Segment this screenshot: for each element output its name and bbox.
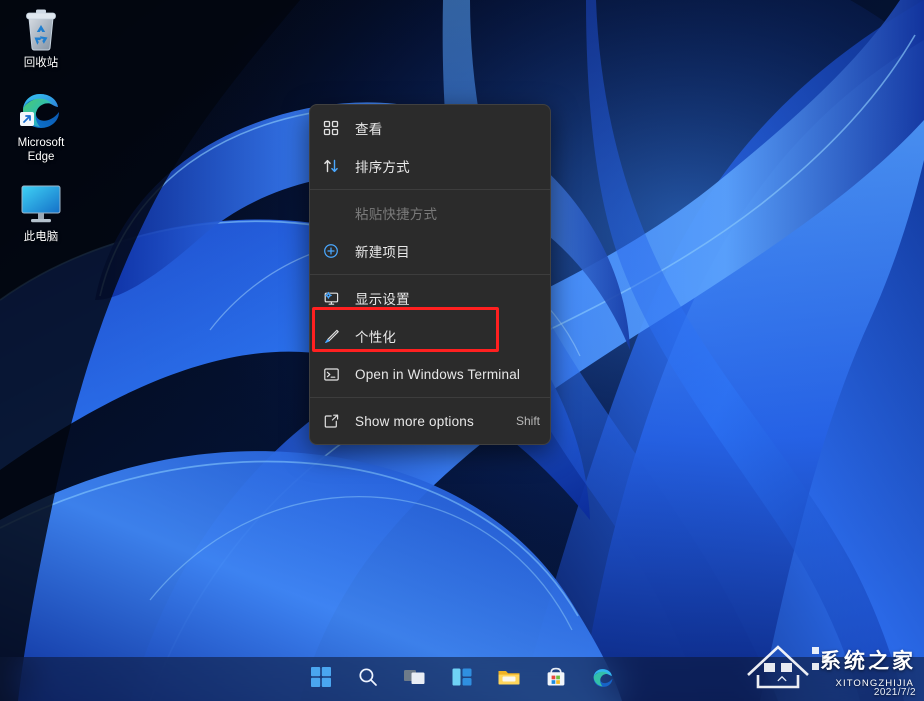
taskbar-start-button[interactable] bbox=[304, 662, 338, 696]
new-item-plus-icon bbox=[321, 241, 341, 261]
context-menu-item-show-more-options[interactable]: Show more options Shift bbox=[310, 402, 550, 440]
context-menu-item-sort-by[interactable]: 排序方式 bbox=[310, 147, 550, 185]
edge-browser-icon bbox=[4, 86, 78, 132]
taskbar-task-view-button[interactable] bbox=[398, 662, 432, 696]
desktop-icon-this-pc[interactable]: 此电脑 bbox=[4, 180, 78, 244]
terminal-icon bbox=[321, 364, 341, 384]
taskbar-widgets-button[interactable] bbox=[445, 662, 479, 696]
context-menu-item-new[interactable]: 新建项目 bbox=[310, 232, 550, 270]
sort-arrows-icon bbox=[321, 156, 341, 176]
desktop-icon-recycle-bin[interactable]: 回收站 bbox=[4, 6, 78, 70]
context-menu-separator bbox=[310, 274, 550, 275]
desktop-icon-microsoft-edge[interactable]: Microsoft Edge bbox=[4, 86, 78, 164]
desktop-icon-label: 此电脑 bbox=[23, 231, 59, 243]
display-settings-monitor-icon bbox=[321, 288, 341, 308]
context-menu-item-paste-shortcut: 粘贴快捷方式 bbox=[310, 194, 550, 232]
folder-icon bbox=[497, 666, 521, 693]
widgets-icon bbox=[451, 666, 473, 693]
taskbar-clock-date[interactable]: 2021/7/2 bbox=[874, 687, 916, 698]
context-menu-item-label: 个性化 bbox=[355, 330, 397, 345]
taskbar-microsoft-store-button[interactable] bbox=[539, 662, 573, 696]
paste-shortcut-icon-placeholder bbox=[321, 203, 341, 223]
search-icon bbox=[357, 666, 379, 693]
context-menu-item-label: Open in Windows Terminal bbox=[355, 366, 521, 382]
edge-browser-icon bbox=[591, 665, 615, 694]
taskbar-search-button[interactable] bbox=[351, 662, 385, 696]
context-menu-item-label: 排序方式 bbox=[355, 160, 410, 175]
context-menu-separator bbox=[310, 189, 550, 190]
context-menu-item-label: 粘贴快捷方式 bbox=[355, 207, 438, 222]
context-menu-item-label: Show more options bbox=[355, 413, 474, 429]
desktop-icon-label: 回收站 bbox=[23, 57, 59, 69]
context-menu-item-open-in-windows-terminal[interactable]: Open in Windows Terminal bbox=[310, 355, 550, 393]
windows-logo-icon bbox=[310, 666, 332, 693]
taskbar-edge-button[interactable] bbox=[586, 662, 620, 696]
this-pc-monitor-icon bbox=[4, 180, 78, 226]
taskbar-center-group bbox=[304, 662, 620, 696]
show-more-options-icon bbox=[321, 411, 341, 431]
task-view-icon bbox=[403, 666, 427, 693]
taskbar[interactable] bbox=[0, 657, 924, 701]
taskbar-file-explorer-button[interactable] bbox=[492, 662, 526, 696]
view-grid-icon bbox=[321, 118, 341, 138]
chevron-up-icon[interactable] bbox=[776, 673, 788, 685]
context-menu-separator bbox=[310, 397, 550, 398]
context-menu-item-label: 显示设置 bbox=[355, 292, 410, 307]
desktop-icon-label: Microsoft Edge bbox=[17, 137, 65, 163]
store-bag-icon bbox=[545, 666, 567, 693]
desktop: 回收站 Microsoft Edge 此电脑 查看 排序方式 粘贴快捷方式 新建… bbox=[0, 0, 924, 701]
context-menu-item-personalize[interactable]: 个性化 bbox=[310, 317, 550, 355]
personalize-brush-icon bbox=[321, 326, 341, 346]
recycle-bin-icon bbox=[4, 6, 78, 52]
context-menu-item-label: 新建项目 bbox=[355, 245, 410, 260]
context-menu-item-accelerator: Shift bbox=[515, 414, 540, 428]
context-menu-item-label: 查看 bbox=[355, 122, 383, 137]
context-menu-item-view[interactable]: 查看 bbox=[310, 109, 550, 147]
context-menu-item-display-settings[interactable]: 显示设置 bbox=[310, 279, 550, 317]
desktop-context-menu[interactable]: 查看 排序方式 粘贴快捷方式 新建项目 显示设置 个性化 Open in Win… bbox=[309, 104, 551, 445]
